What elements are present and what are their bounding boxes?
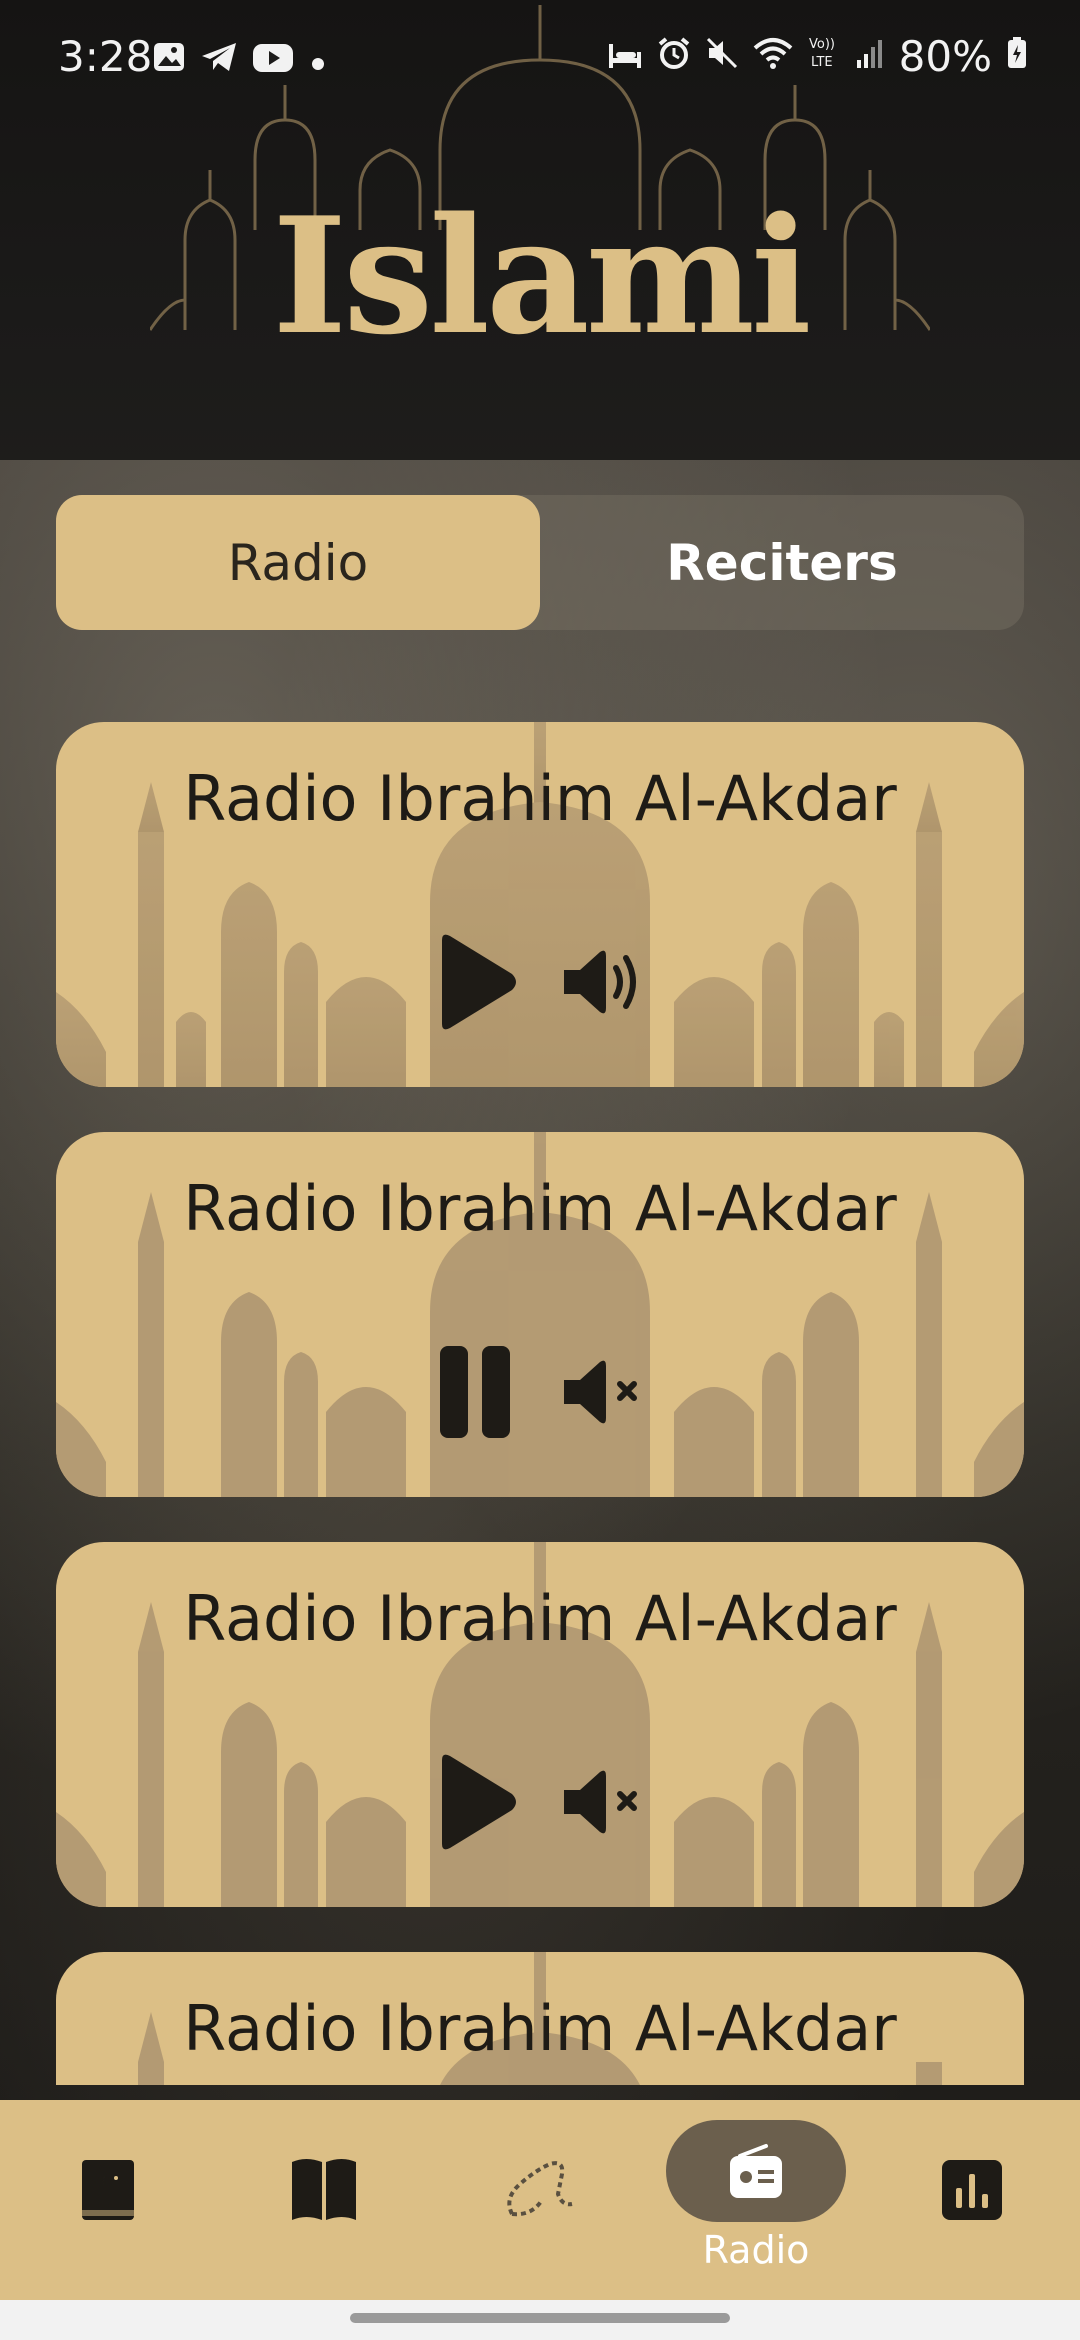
pause-icon [440, 1346, 510, 1438]
nav-item-hadith[interactable] [216, 2100, 432, 2300]
play-icon [442, 934, 516, 1030]
radio-card: Radio Ibrahim Al-Akdar [56, 1132, 1024, 1497]
bottom-navigation: Radio [0, 2100, 1080, 2300]
nav-item-sebha[interactable] [432, 2100, 648, 2300]
time-chart-icon [942, 2160, 1002, 2220]
play-button[interactable] [430, 1752, 520, 1852]
pause-button[interactable] [430, 1342, 520, 1442]
radio-card: Radio Ibrahim Al-Akdar [56, 1952, 1024, 2085]
hadith-book-icon [292, 2159, 356, 2220]
radio-card: Radio Ibrahim Al-Akdar [56, 1542, 1024, 1907]
play-icon [442, 1754, 516, 1850]
volume-button[interactable] [560, 942, 650, 1022]
player-controls [56, 932, 1024, 1032]
quran-icon [82, 2160, 134, 2220]
volume-button[interactable] [560, 1762, 650, 1842]
volume-muted-icon [564, 1770, 637, 1834]
volume-muted-icon [564, 1360, 637, 1424]
player-controls [56, 1342, 1024, 1442]
nav-item-time[interactable] [864, 2100, 1080, 2300]
home-gesture-handle[interactable] [350, 2313, 730, 2323]
volume-button[interactable] [560, 1352, 650, 1432]
nav-label-radio: Radio [702, 2228, 810, 2272]
radio-title: Radio Ibrahim Al-Akdar [183, 1582, 897, 1655]
nav-item-quran[interactable] [0, 2100, 216, 2300]
play-button[interactable] [430, 932, 520, 1032]
radio-title: Radio Ibrahim Al-Akdar [183, 762, 897, 835]
volume-on-icon [564, 950, 636, 1014]
player-controls [56, 1752, 1024, 1852]
radio-title: Radio Ibrahim Al-Akdar [183, 1172, 897, 1245]
gesture-navigation-area [0, 2300, 1080, 2340]
radio-title: Radio Ibrahim Al-Akdar [183, 1992, 897, 2065]
sebha-icon [507, 2161, 573, 2217]
radio-card: Radio Ibrahim Al-Akdar [56, 722, 1024, 1087]
radio-icon [730, 2144, 782, 2198]
radio-list[interactable]: Radio Ibrahim Al-Akdar Radio Ibrahim Al-… [0, 0, 1080, 2085]
